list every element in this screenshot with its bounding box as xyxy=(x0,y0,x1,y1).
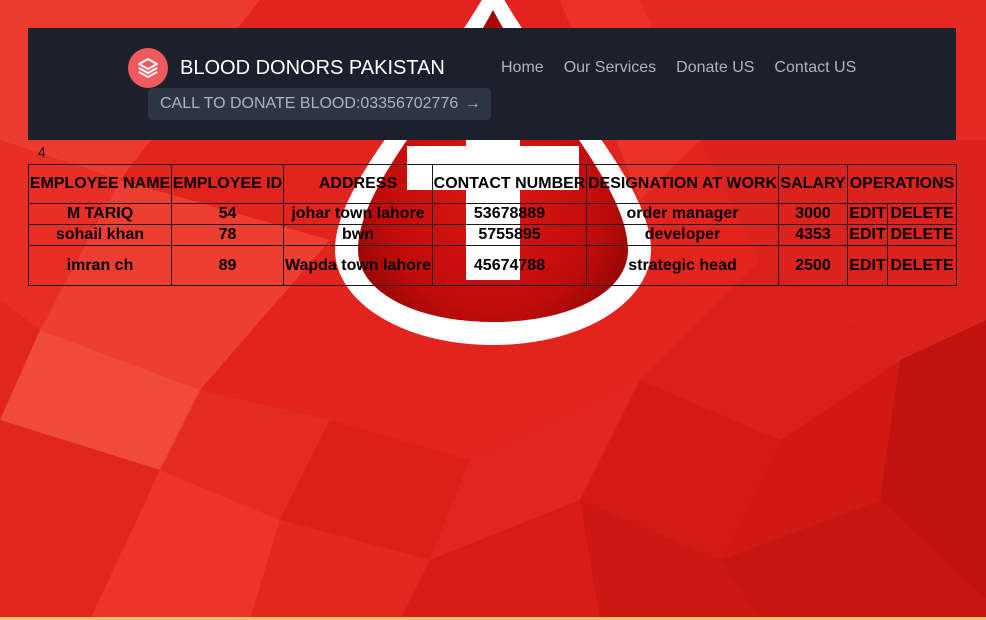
header-employee-id: EMPLOYEE ID xyxy=(171,164,284,204)
brand-title[interactable]: BLOOD DONORS PAKISTAN xyxy=(180,56,445,80)
table-row: M TARIQ 54 johar town lahore 53678889 or… xyxy=(28,203,958,225)
table-row: sohail khan 78 bwn 5755895 developer 435… xyxy=(28,224,958,246)
header-contact-number: CONTACT NUMBER xyxy=(432,164,587,204)
cell-contact: 53678889 xyxy=(432,203,587,225)
nav-link-contact-us[interactable]: Contact US xyxy=(774,58,856,78)
delete-button[interactable]: DELETE xyxy=(886,245,958,286)
arrow-right-icon: → xyxy=(464,95,481,112)
cell-address: Wapda town lahore xyxy=(283,245,433,286)
cell-address: johar town lahore xyxy=(283,203,433,225)
cell-address: bwn xyxy=(283,224,433,246)
cell-id: 78 xyxy=(171,224,284,246)
header-address: ADDRESS xyxy=(283,164,433,204)
cell-salary: 3000 xyxy=(778,203,848,225)
header-salary: SALARY xyxy=(778,164,848,204)
cell-contact: 45674788 xyxy=(432,245,587,286)
header-employee-name: EMPLOYEE NAME xyxy=(28,164,172,204)
edit-button[interactable]: EDIT xyxy=(847,203,888,225)
table-row: imran ch 89 Wapda town lahore 45674788 s… xyxy=(28,245,958,286)
cell-designation: developer xyxy=(586,224,779,246)
call-to-donate-button[interactable]: CALL TO DONATE BLOOD:03356702776 → xyxy=(148,88,491,120)
table-header-row: EMPLOYEE NAME EMPLOYEE ID ADDRESS CONTAC… xyxy=(28,164,958,204)
cell-name: imran ch xyxy=(28,245,172,286)
cell-salary: 4353 xyxy=(778,224,848,246)
cell-contact: 5755895 xyxy=(432,224,587,246)
edit-button[interactable]: EDIT xyxy=(847,224,888,246)
layers-icon xyxy=(138,58,158,78)
cell-name: sohail khan xyxy=(28,224,172,246)
record-count: 4 xyxy=(38,144,46,160)
cta-label: CALL TO DONATE BLOOD:03356702776 xyxy=(160,95,459,112)
navbar: BLOOD DONORS PAKISTAN Home Our Services … xyxy=(28,28,956,140)
nav-link-our-services[interactable]: Our Services xyxy=(564,58,656,78)
cell-salary: 2500 xyxy=(778,245,848,286)
edit-button[interactable]: EDIT xyxy=(847,245,888,286)
header-operations: OPERATIONS xyxy=(846,164,958,204)
employee-table: EMPLOYEE NAME EMPLOYEE ID ADDRESS CONTAC… xyxy=(28,164,958,286)
cell-designation: order manager xyxy=(586,203,779,225)
cell-designation: strategic head xyxy=(586,245,779,286)
nav-link-home[interactable]: Home xyxy=(501,58,544,78)
cell-name: M TARIQ xyxy=(28,203,172,225)
nav-links: Home Our Services Donate US Contact US xyxy=(501,58,856,78)
logo[interactable] xyxy=(128,48,168,88)
header-designation: DESIGNATION AT WORK xyxy=(586,164,779,204)
cell-id: 54 xyxy=(171,203,284,225)
nav-link-donate-us[interactable]: Donate US xyxy=(676,58,754,78)
delete-button[interactable]: DELETE xyxy=(886,203,958,225)
cell-id: 89 xyxy=(171,245,284,286)
delete-button[interactable]: DELETE xyxy=(886,224,958,246)
